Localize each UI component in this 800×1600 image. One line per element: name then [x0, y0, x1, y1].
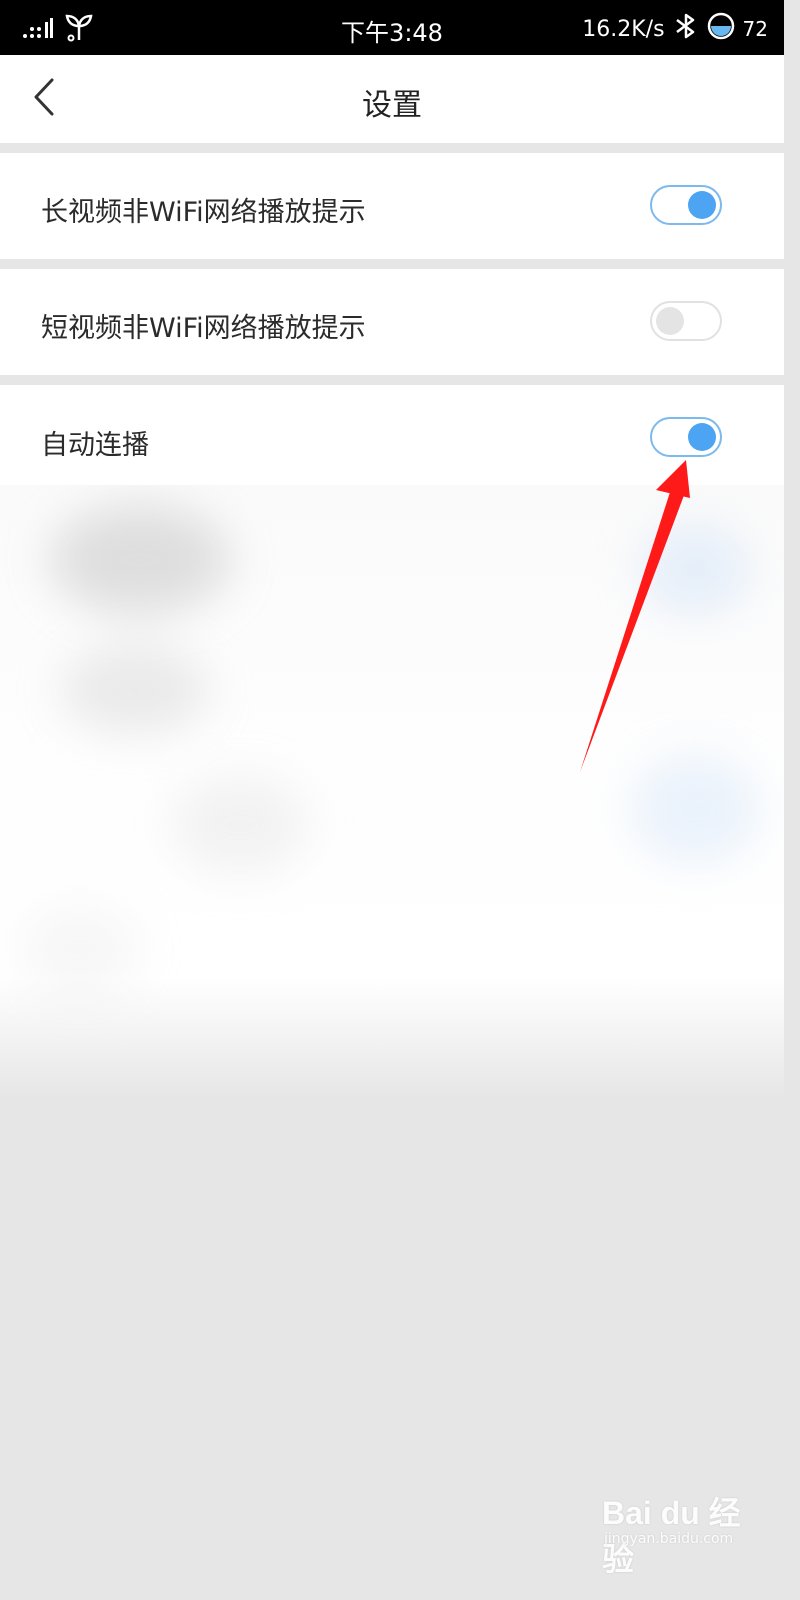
toggle-knob: [656, 307, 684, 335]
title-bar: 设置: [0, 55, 784, 143]
battery-icon: [707, 12, 735, 46]
battery-percent: 72: [742, 17, 768, 41]
toggle-switch[interactable]: [650, 185, 722, 225]
blur-blob: [60, 645, 210, 735]
status-right: 16.2K/s 72: [582, 12, 768, 46]
blurred-content-area: [0, 485, 784, 1100]
page-title: 设置: [362, 88, 422, 123]
watermark-url: jingyan.baidu.com: [604, 1531, 734, 1547]
toggle-knob: [688, 423, 716, 451]
bluetooth-icon: [673, 13, 699, 45]
status-bar: 下午3:48 16.2K/s 72: [0, 0, 784, 55]
setting-row-short-video-wifi-prompt: 短视频非WiFi网络播放提示: [0, 269, 784, 375]
setting-label: 自动连播: [41, 430, 149, 461]
toggle-switch[interactable]: [650, 417, 722, 457]
setting-label: 短视频非WiFi网络播放提示: [41, 313, 366, 344]
blur-blob: [20, 905, 140, 995]
blur-blob: [640, 525, 750, 615]
setting-row-autoplay: 自动连播: [0, 385, 784, 485]
setting-row-long-video-wifi-prompt: 长视频非WiFi网络播放提示: [0, 153, 784, 259]
blur-blob: [50, 505, 230, 615]
toggle-knob: [688, 191, 716, 219]
blur-blob: [170, 775, 310, 875]
toggle-switch[interactable]: [650, 301, 722, 341]
baidu-jingyan-watermark: Bai du 经验 jingyan.baidu.com: [598, 1488, 768, 1577]
setting-label: 长视频非WiFi网络播放提示: [41, 197, 366, 228]
blur-blob: [630, 755, 760, 865]
network-speed: 16.2K/s: [582, 16, 665, 42]
